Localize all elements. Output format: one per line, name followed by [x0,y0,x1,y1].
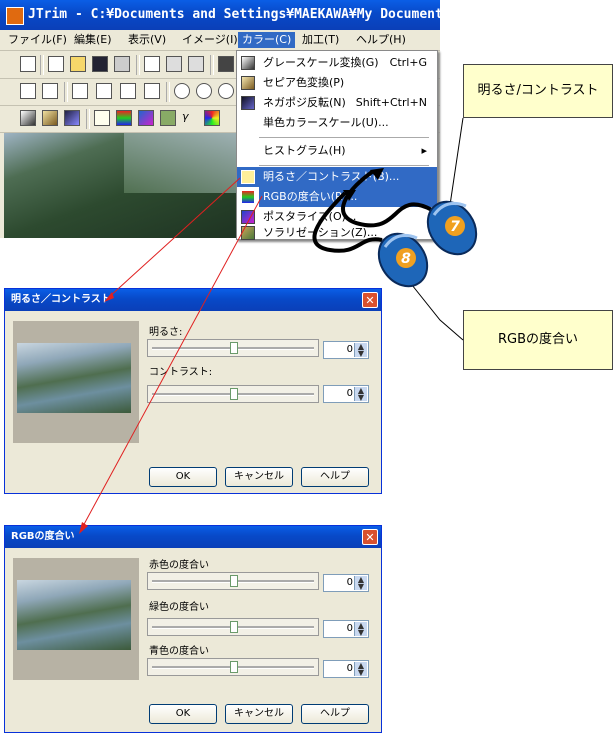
pointer-arrowhead [104,292,114,302]
mouse-cable-7 [341,170,433,228]
pointer-arrowhead [79,522,88,534]
callout-leader-brightness [449,117,464,206]
mouse-badge-7: 7 [450,219,460,235]
annotation-overlay: 7 8 [79,117,478,534]
mouse-badge-8: 8 [401,251,411,267]
callout-leader-rgb [407,279,464,341]
pointer-line-brightness [107,177,241,299]
mouse-cable-8 [312,191,383,253]
pointer-line-rgb [81,195,263,529]
